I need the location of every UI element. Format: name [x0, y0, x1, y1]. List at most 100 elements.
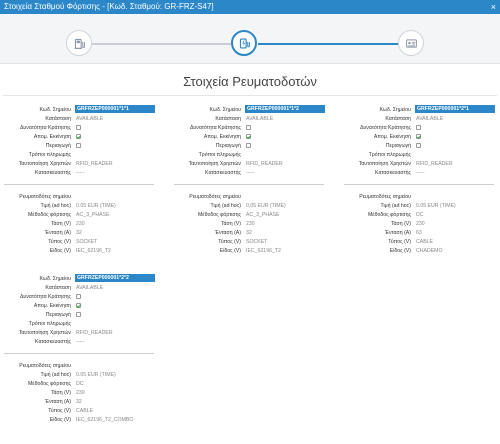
label-kind: Είδος (V) [49, 417, 71, 423]
label-reservable: Δυνατότητα Κράτησης [359, 125, 411, 131]
remote-start-checkbox [76, 303, 81, 308]
point-code: GRFRZEP000001*1*2 [245, 105, 325, 113]
label-method: Μέθοδος φόρτισης [367, 212, 411, 218]
point-kind: IEC_62196_T2 [246, 248, 281, 254]
step-connector-active [258, 43, 408, 45]
divider [3, 95, 497, 96]
label-manufacturer: Κατασκευαστής [35, 339, 71, 345]
label-roaming: Περιαγωγή [45, 143, 71, 149]
label-remote-start: Απομ. Εκκίνηση [33, 303, 71, 309]
point-status: AVAILABLE [76, 285, 104, 291]
label-status: Κατάσταση [45, 116, 71, 122]
label-remote-start: Απομ. Εκκίνηση [203, 134, 241, 140]
point-current: 32 [76, 399, 82, 405]
point-user-auth: RFID_READER [416, 161, 453, 167]
station-icon [74, 38, 85, 49]
label-roaming: Περιαγωγή [385, 143, 411, 149]
label-code: Κωδ. Σημείου [379, 107, 412, 113]
label-type: Τύπος (V) [388, 239, 411, 245]
point-manufacturer: ----- [416, 170, 425, 176]
reservable-checkbox [416, 125, 421, 130]
label-remote-start: Απομ. Εκκίνηση [373, 134, 411, 140]
point-type: SOCKET [246, 239, 268, 245]
label-price: Τιμή (ad hoc) [380, 203, 411, 209]
label-outlets: Ρευματοδότες σημείου [19, 194, 71, 200]
point-manufacturer: ----- [76, 339, 85, 345]
point-voltage: 230 [76, 390, 85, 396]
label-outlets: Ρευματοδότες σημείου [359, 194, 411, 200]
reservable-checkbox [246, 125, 251, 130]
page-title: Στοιχεία Ρευματοδοτών [183, 74, 317, 89]
card-divider [4, 353, 154, 354]
label-current: Ένταση (A) [44, 399, 71, 405]
label-kind: Είδος (V) [49, 248, 71, 254]
label-manufacturer: Κατασκευαστής [205, 170, 241, 176]
label-outlets: Ρευματοδότες σημείου [19, 363, 71, 369]
window-titlebar: Στοιχεία Σταθμού Φόρτισης - [Κωδ. Σταθμο… [0, 0, 500, 14]
label-manufacturer: Κατασκευαστής [35, 170, 71, 176]
remote-start-checkbox [416, 134, 421, 139]
step-outlets[interactable] [231, 30, 257, 56]
label-price: Τιμή (ad hoc) [40, 372, 71, 378]
label-code: Κωδ. Σημείου [39, 107, 72, 113]
label-kind: Είδος (V) [389, 248, 411, 254]
card-divider [174, 184, 324, 185]
window-title: Στοιχεία Σταθμού Φόρτισης - [Κωδ. Σταθμο… [4, 2, 214, 11]
point-status: AVAILABLE [416, 116, 444, 122]
point-current: 32 [246, 230, 252, 236]
point-user-auth: RFID_READER [76, 330, 113, 336]
label-price: Τιμή (ad hoc) [210, 203, 241, 209]
step-connector [92, 43, 232, 45]
point-method: AC_3_PHASE [76, 212, 110, 218]
label-method: Μέθοδος φόρτισης [197, 212, 241, 218]
label-remote-start: Απομ. Εκκίνηση [33, 134, 71, 140]
point-status: AVAILABLE [246, 116, 274, 122]
label-type: Τύπος (V) [48, 408, 71, 414]
label-kind: Είδος (V) [219, 248, 241, 254]
point-voltage: 230 [416, 221, 425, 227]
point-kind: CHADEMO [416, 248, 443, 254]
point-current: 32 [76, 230, 82, 236]
label-payment: Τρόποι πληρωμής [28, 321, 71, 327]
label-payment: Τρόποι πληρωμής [28, 152, 71, 158]
label-roaming: Περιαγωγή [45, 312, 71, 318]
point-voltage: 230 [76, 221, 85, 227]
label-current: Ένταση (A) [384, 230, 411, 236]
label-type: Τύπος (V) [218, 239, 241, 245]
point-method: AC_3_PHASE [246, 212, 280, 218]
document-icon [405, 38, 417, 48]
reservable-checkbox [76, 294, 81, 299]
point-code: GRFRZEP000001*2*2 [75, 274, 155, 282]
wizard-steps [0, 14, 500, 64]
label-current: Ένταση (A) [214, 230, 241, 236]
label-reservable: Δυνατότητα Κράτησης [19, 125, 71, 131]
point-manufacturer: ----- [76, 170, 85, 176]
label-method: Μέθοδος φόρτισης [27, 212, 71, 218]
step-station[interactable] [66, 30, 92, 56]
point-price: 0.05 EUR (TIME) [76, 203, 116, 209]
point-voltage: 230 [246, 221, 255, 227]
label-user-auth: Ταυτοποίηση Χρηστών [358, 161, 411, 167]
close-icon[interactable]: × [491, 0, 496, 14]
remote-start-checkbox [76, 134, 81, 139]
roaming-checkbox [416, 143, 421, 148]
label-voltage: Τάση (V) [220, 221, 241, 227]
label-user-auth: Ταυτοποίηση Χρηστών [18, 330, 71, 336]
label-method: Μέθοδος φόρτισης [27, 381, 71, 387]
charger-plug-icon [239, 37, 250, 49]
point-kind: IEC_62196_T2 [76, 248, 111, 254]
point-kind: IEC_62196_T2_COMBO [76, 417, 134, 423]
label-price: Τιμή (ad hoc) [40, 203, 71, 209]
label-voltage: Τάση (V) [50, 221, 71, 227]
label-status: Κατάσταση [215, 116, 241, 122]
label-roaming: Περιαγωγή [215, 143, 241, 149]
point-manufacturer: ----- [246, 170, 255, 176]
step-document[interactable] [398, 30, 424, 56]
point-current: 63 [416, 230, 422, 236]
point-price: 0.05 EUR (TIME) [416, 203, 456, 209]
roaming-checkbox [76, 143, 81, 148]
label-payment: Τρόποι πληρωμής [368, 152, 411, 158]
label-manufacturer: Κατασκευαστής [375, 170, 411, 176]
label-outlets: Ρευματοδότες σημείου [189, 194, 241, 200]
label-user-auth: Ταυτοποίηση Χρηστών [188, 161, 241, 167]
